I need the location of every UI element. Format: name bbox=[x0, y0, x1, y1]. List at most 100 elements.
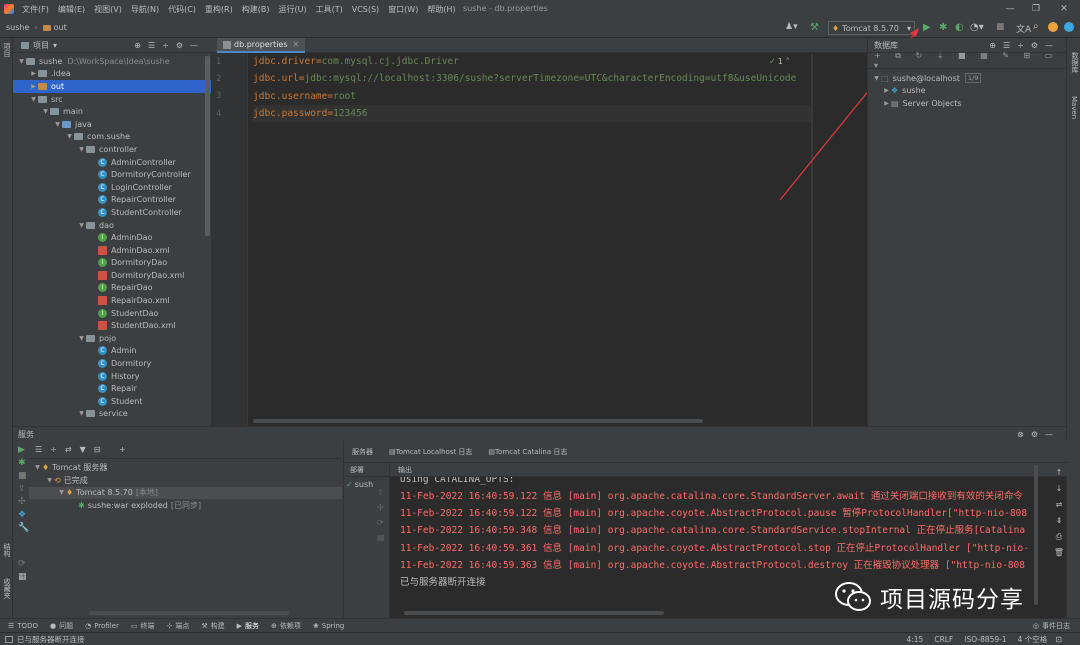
services-tree-label: 已完成 bbox=[63, 475, 88, 485]
services-side-toolbar: ▶ ✱ ■ ⇪ ✣ ❖ 🔧 ⟳ ▦ bbox=[13, 441, 29, 618]
services-attach-icon[interactable]: ✣ bbox=[13, 494, 29, 507]
file-encoding[interactable]: ISO-8859-1 bbox=[964, 635, 1006, 644]
deployed-check-icon: ✓ bbox=[346, 479, 353, 489]
console-log[interactable]: 11-Feb-2022 16:40:59.122 信息 [main] org.a… bbox=[390, 486, 1067, 572]
services-refresh-icon[interactable]: ⟳ bbox=[13, 533, 29, 569]
log-tab-icon: ▤ bbox=[389, 447, 396, 456]
services-tree-label: Tomcat 服务器 bbox=[52, 462, 108, 472]
services-tree-scrollbar[interactable] bbox=[89, 611, 289, 615]
toolwindow-label: 服务 bbox=[245, 621, 260, 630]
toolwindow-button-5[interactable]: ⚒ 构建 bbox=[201, 621, 224, 631]
services-tab-1[interactable]: ▤ Tomcat Localhost 日志 bbox=[381, 441, 480, 463]
caret-position[interactable]: 4:15 bbox=[906, 635, 923, 644]
database-tree-row[interactable]: ▼ ⬚ sushe@localhost 1/9 bbox=[868, 72, 1066, 85]
toolwindow-button-7[interactable]: ⊕ 依赖项 bbox=[271, 621, 301, 631]
services-tab-label: 服务器 bbox=[352, 447, 373, 456]
services-header: 服务 ⊗⚙— bbox=[13, 426, 1066, 441]
services-tab-2[interactable]: ▤ Tomcat Catalina 日志 bbox=[480, 441, 575, 463]
deployment-header: 部署 bbox=[344, 463, 389, 477]
services-layout-icon[interactable]: ▦ bbox=[13, 569, 29, 582]
toolwindow-button-6[interactable]: ▶ 服务 bbox=[237, 621, 259, 631]
toolwindow-label: Profiler bbox=[94, 621, 119, 630]
database-tree: ▼ ⬚ sushe@localhost 1/9 ▶ ❖ sushe ▶ ▤ Server Obje… bbox=[868, 69, 1066, 110]
deployment-actions[interactable]: ⇪ ✣ ⟳ ▤ bbox=[377, 485, 385, 545]
log-line: 11-Feb-2022 16:40:59.122 信息 [main] org.a… bbox=[400, 507, 1028, 519]
toolwindow-icon: ● bbox=[49, 621, 57, 630]
services-panel-actions[interactable]: ⊗⚙— bbox=[1017, 430, 1060, 439]
toolwindow-button-8[interactable]: ❀ Spring bbox=[313, 622, 344, 630]
toolwindow-button-2[interactable]: ◔ Profiler bbox=[85, 622, 119, 630]
toolwindow-button-1[interactable]: ● 问题 bbox=[50, 621, 73, 631]
watermark: 项目源码分享 bbox=[834, 576, 1044, 618]
chevron-down-icon[interactable]: ▼ bbox=[872, 75, 881, 82]
services-toolbar[interactable]: ☰÷⇄▼⊟ + bbox=[29, 441, 342, 459]
services-tree-row[interactable]: ▼ ♦ Tomcat 8.5.70 [本地] bbox=[29, 486, 342, 500]
services-wrench-icon[interactable]: 🔧 bbox=[13, 520, 29, 533]
chevron-down-icon[interactable]: ▼ bbox=[45, 477, 54, 484]
database-tree-label: Server Objects bbox=[902, 98, 962, 108]
services-stop-icon[interactable]: ■ bbox=[13, 468, 29, 481]
toolwindow-button-3[interactable]: ▭ 终端 bbox=[131, 621, 155, 631]
services-title: 服务 bbox=[18, 429, 34, 439]
arrow-head-icon bbox=[910, 28, 919, 37]
chevron-right-icon[interactable]: ▶ bbox=[882, 100, 891, 107]
tomcat-icon: ♦ bbox=[66, 488, 74, 498]
watermark-text: 项目源码分享 bbox=[880, 587, 1024, 613]
toolwindow-icon: ⊕ bbox=[271, 621, 277, 630]
status-bar: 已与服务器断开连接 4:15 CRLF ISO-8859-1 4 个空格 ⊡ bbox=[0, 632, 1080, 645]
services-tab-label: Tomcat Catalina 日志 bbox=[495, 447, 568, 456]
log-line: 11-Feb-2022 16:40:59.122 信息 [main] org.a… bbox=[400, 490, 1023, 502]
services-cluster-icon[interactable]: ❖ bbox=[13, 507, 29, 520]
toolwindow-label: TODO bbox=[17, 621, 38, 630]
chevron-down-icon[interactable]: ▼ bbox=[33, 464, 42, 471]
services-tree-row[interactable]: ▼ ⟲ 已完成 bbox=[29, 474, 342, 487]
services-tree-row[interactable]: ✱ sushe:war exploded [已同步] bbox=[29, 499, 342, 512]
artifact-icon: ✱ bbox=[78, 501, 85, 511]
toolwindow-label: Spring bbox=[321, 621, 345, 630]
services-tab-0[interactable]: 服务器 bbox=[344, 441, 381, 463]
toolwindow-button-4[interactable]: ⊹ 端点 bbox=[166, 621, 189, 631]
wechat-icon bbox=[835, 582, 871, 611]
database-toolbar[interactable]: + ⧉ ↻ ⇣ ■ ▦ ✎ ⊞ ▭ ▾ bbox=[868, 51, 1066, 70]
services-tree: ▼ ♦ Tomcat 服务器 ▼ ⟲ 已完成 ▼ ♦ Tomcat 8.5.70 [本地] ✱ sus… bbox=[29, 459, 342, 512]
schema-icon: ❖ bbox=[891, 86, 899, 96]
toolwindow-icon: ❀ bbox=[312, 621, 319, 630]
services-deploy-icon[interactable]: ⇪ bbox=[13, 481, 29, 494]
database-panel-actions[interactable]: ⊕☰÷⚙— bbox=[989, 41, 1060, 50]
database-panel: 数据库 ⊕☰÷⚙— + ⧉ ↻ ⇣ ■ ▦ ✎ ⊞ ▭ ▾ ▼ ⬚ sushe@lo… bbox=[867, 38, 1066, 426]
toolwindow-label: 终端 bbox=[140, 621, 155, 630]
deployment-column: 部署 ✓ sush ⇪ ✣ ⟳ ▤ bbox=[344, 463, 390, 618]
schema-count-badge: 1/9 bbox=[964, 73, 982, 84]
toolwindow-label: 问题 bbox=[59, 621, 74, 630]
services-debug-icon[interactable]: ✱ bbox=[13, 455, 29, 468]
output-header: 输出 bbox=[390, 463, 1067, 477]
server-objects-icon: ▤ bbox=[891, 98, 899, 108]
services-tree-row[interactable]: ▼ ♦ Tomcat 服务器 bbox=[29, 461, 342, 474]
event-log-button[interactable]: ◎ 事件日志 bbox=[1033, 621, 1070, 631]
lock-icon[interactable]: ⊡ bbox=[1055, 635, 1062, 644]
log-partial-line: Using CATALINA_OPTS: bbox=[400, 477, 515, 485]
database-tree-row[interactable]: ▶ ▤ Server Objects bbox=[868, 97, 1066, 110]
tool-window-items: ☰ TODO ● 问题 ◔ Profiler ▭ 终端 ⊹ 端点 ⚒ 构建 ▶ 服务 ⊕ 依赖项 ❀ Spring bbox=[8, 621, 356, 631]
datasource-icon: ⬚ bbox=[881, 73, 889, 83]
finished-icon: ⟲ bbox=[54, 475, 61, 485]
tool-window-toggle-icon[interactable] bbox=[5, 635, 13, 643]
services-run-icon[interactable]: ▶ bbox=[13, 441, 29, 455]
database-tree-row[interactable]: ▶ ❖ sushe bbox=[868, 85, 1066, 98]
database-panel-title: 数据库 bbox=[874, 40, 898, 50]
log-line: 11-Feb-2022 16:40:59.348 信息 [main] org.a… bbox=[400, 525, 1026, 537]
log-line: 11-Feb-2022 16:40:59.363 信息 [main] org.a… bbox=[400, 559, 1025, 571]
toolwindow-icon: ▭ bbox=[130, 621, 138, 630]
event-log-icon: ◎ bbox=[1032, 621, 1039, 630]
console-hscrollbar[interactable] bbox=[404, 611, 664, 615]
services-tree-area: ☰÷⇄▼⊟ + ▼ ♦ Tomcat 服务器 ▼ ⟲ 已完成 ▼ ♦ Tomcat 8.5.70… bbox=[29, 441, 342, 618]
chevron-right-icon[interactable]: ▶ bbox=[882, 87, 891, 94]
indent-setting[interactable]: 4 个空格 bbox=[1018, 634, 1048, 645]
services-tabs: 服务器 ▤ Tomcat Localhost 日志 ▤ Tomcat Catalin… bbox=[344, 441, 1067, 463]
database-tree-label: sushe bbox=[902, 86, 926, 96]
toolwindow-button-0[interactable]: ☰ TODO bbox=[8, 622, 38, 630]
toolwindow-label: 端点 bbox=[175, 621, 190, 630]
console-actions[interactable]: ↑ ↓ ⇌ ⇟ ⎙ 🗑 bbox=[1052, 465, 1066, 615]
line-separator[interactable]: CRLF bbox=[934, 635, 953, 644]
chevron-down-icon[interactable]: ▼ bbox=[57, 489, 66, 496]
